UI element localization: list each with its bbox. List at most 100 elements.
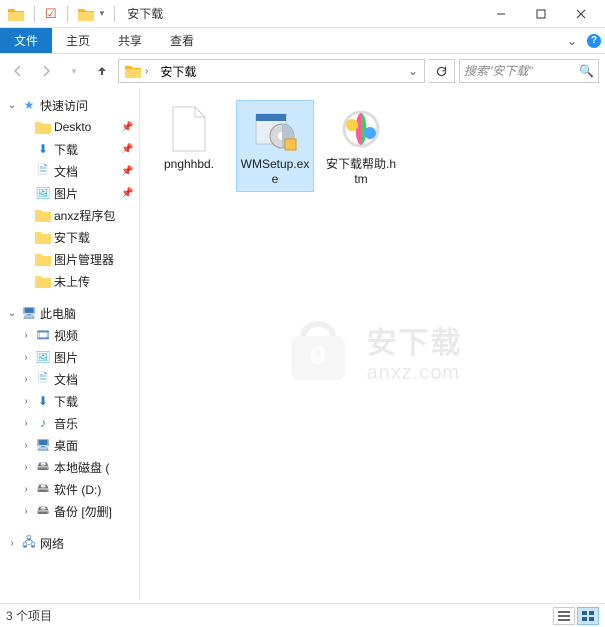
checkbox-icon[interactable]: ☑: [45, 6, 57, 22]
expand-icon[interactable]: ›: [20, 330, 32, 341]
tree-local-disk[interactable]: › 🖴 本地磁盘 (: [0, 456, 139, 478]
tree-pictures2[interactable]: › 🖼 图片: [0, 346, 139, 368]
address-bar[interactable]: › 安下载 ⌄: [118, 59, 425, 83]
address-bar-row: ▾ › 安下载 ⌄ 🔍: [0, 54, 605, 88]
tree-drive-d[interactable]: › 🖴 软件 (D:): [0, 478, 139, 500]
collapse-icon[interactable]: ⌄: [6, 308, 18, 319]
large-icons-view-button[interactable]: [577, 607, 599, 625]
folder-icon: [35, 207, 51, 223]
maximize-button[interactable]: [521, 0, 561, 28]
network-icon: 🖧: [21, 535, 37, 551]
recent-locations-button[interactable]: ▾: [62, 59, 86, 83]
expand-icon[interactable]: ›: [20, 418, 32, 429]
folder-icon: [35, 273, 51, 289]
installer-icon: [251, 105, 299, 153]
tab-share[interactable]: 共享: [104, 28, 156, 53]
download-icon: ⬇: [35, 393, 51, 409]
search-box[interactable]: 🔍: [459, 59, 599, 83]
tree-backup[interactable]: › 🖴 备份 [勿删]: [0, 500, 139, 522]
help-button[interactable]: ?: [583, 28, 605, 53]
tab-file[interactable]: 文件: [0, 28, 52, 53]
html-file-icon: [337, 105, 385, 153]
collapse-icon[interactable]: ⌄: [6, 100, 18, 111]
pin-icon: 📌: [121, 122, 133, 133]
expand-icon[interactable]: ›: [20, 374, 32, 385]
watermark-cn: 安下载: [367, 318, 463, 362]
close-button[interactable]: [561, 0, 601, 28]
tree-anxiazai[interactable]: › 安下载: [0, 226, 139, 248]
navigation-pane[interactable]: ⌄ ★ 快速访问 › Deskto 📌 › ⬇ 下载 📌 › 🗎 文档 📌 › …: [0, 88, 140, 600]
folder-icon: [125, 64, 141, 78]
file-item[interactable]: pnghhbd.: [150, 100, 228, 177]
tree-not-uploaded[interactable]: › 未上传: [0, 270, 139, 292]
content-pane[interactable]: pnghhbd. WMSetup.exe: [140, 88, 605, 600]
tab-home[interactable]: 主页: [52, 28, 104, 53]
status-bar: 3 个项目: [0, 603, 605, 627]
tree-desktop2[interactable]: › 🖥 桌面: [0, 434, 139, 456]
back-button[interactable]: [6, 59, 30, 83]
pin-icon: 📌: [121, 166, 133, 177]
file-name: WMSetup.exe: [239, 157, 311, 187]
tree-image-manager[interactable]: › 图片管理器: [0, 248, 139, 270]
file-name: pnghhbd.: [164, 157, 214, 172]
tree-anxz[interactable]: › anxz程序包: [0, 204, 139, 226]
picture-icon: 🖼: [35, 185, 51, 201]
ribbon-tabs: 文件 主页 共享 查看 ⌄ ?: [0, 28, 605, 54]
expand-ribbon-icon[interactable]: ⌄: [561, 28, 583, 53]
tree-quick-access[interactable]: ⌄ ★ 快速访问: [0, 94, 139, 116]
tab-view[interactable]: 查看: [156, 28, 208, 53]
chevron-right-icon[interactable]: ›: [145, 66, 148, 77]
tree-desktop[interactable]: › Deskto 📌: [0, 116, 139, 138]
file-item[interactable]: WMSetup.exe: [236, 100, 314, 192]
window-title: 安下载: [127, 5, 163, 22]
blank-file-icon: [165, 105, 213, 153]
pin-icon: 📌: [121, 188, 133, 199]
minimize-button[interactable]: [481, 0, 521, 28]
expand-icon[interactable]: ›: [20, 484, 32, 495]
pc-icon: 🖥: [21, 305, 37, 321]
file-item[interactable]: 安下载帮助.htm: [322, 100, 400, 192]
folder-icon: [8, 6, 24, 22]
tree-documents[interactable]: › 🗎 文档 📌: [0, 160, 139, 182]
folder-icon: [35, 229, 51, 245]
tree-pictures[interactable]: › 🖼 图片 📌: [0, 182, 139, 204]
tree-downloads2[interactable]: › ⬇ 下载: [0, 390, 139, 412]
dropdown-icon[interactable]: ▾: [100, 8, 105, 19]
expand-icon[interactable]: ›: [20, 352, 32, 363]
details-view-button[interactable]: [553, 607, 575, 625]
title-bar: ☑ ▾ 安下载: [0, 0, 605, 28]
tree-network[interactable]: › 🖧 网络: [0, 532, 139, 554]
tree-downloads[interactable]: › ⬇ 下载 📌: [0, 138, 139, 160]
item-count: 3 个项目: [6, 607, 52, 624]
tree-this-pc[interactable]: ⌄ 🖥 此电脑: [0, 302, 139, 324]
search-input[interactable]: [464, 64, 575, 78]
tree-documents2[interactable]: › 🗎 文档: [0, 368, 139, 390]
drive-icon: 🖴: [35, 459, 51, 475]
folder-icon: [35, 251, 51, 267]
expand-icon[interactable]: ›: [20, 396, 32, 407]
refresh-button[interactable]: [429, 59, 455, 83]
pin-icon: 📌: [121, 144, 133, 155]
star-icon: ★: [21, 97, 37, 113]
forward-button[interactable]: [34, 59, 58, 83]
bag-icon: [283, 316, 353, 386]
breadcrumb-item[interactable]: 安下载: [160, 63, 196, 80]
expand-icon[interactable]: ›: [6, 538, 18, 549]
video-icon: 🎞: [35, 327, 51, 343]
expand-icon[interactable]: ›: [20, 440, 32, 451]
tree-videos[interactable]: › 🎞 视频: [0, 324, 139, 346]
picture-icon: 🖼: [35, 349, 51, 365]
address-dropdown-icon[interactable]: ⌄: [404, 64, 422, 78]
expand-icon[interactable]: ›: [20, 462, 32, 473]
download-icon: ⬇: [35, 141, 51, 157]
drive-icon: 🖴: [35, 503, 51, 519]
folder-icon: [35, 119, 51, 135]
up-button[interactable]: [90, 59, 114, 83]
watermark-en: anxz.com: [367, 362, 463, 385]
search-icon: 🔍: [579, 64, 594, 78]
watermark: 安下载 anxz.com: [283, 316, 463, 386]
document-icon: 🗎: [35, 163, 51, 179]
expand-icon[interactable]: ›: [20, 506, 32, 517]
folder-icon: [78, 6, 94, 22]
tree-music[interactable]: › ♪ 音乐: [0, 412, 139, 434]
